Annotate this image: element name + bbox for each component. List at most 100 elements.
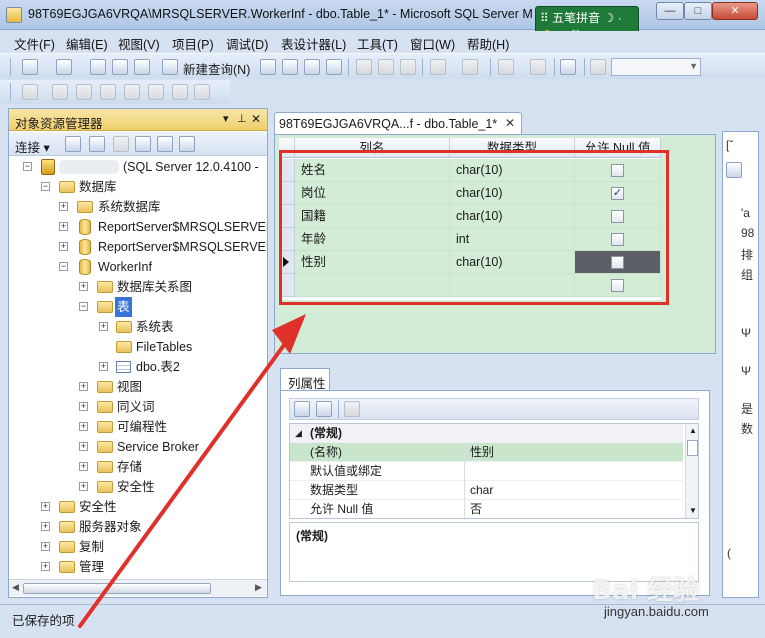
cell-allow-nulls[interactable]	[575, 228, 661, 251]
allow-null-checkbox[interactable]	[611, 279, 624, 292]
filter-icon[interactable]	[135, 136, 151, 152]
expand-icon[interactable]: +	[79, 402, 88, 411]
collapse-icon[interactable]: −	[79, 302, 88, 311]
alphabetical-sort-icon[interactable]	[316, 401, 332, 417]
tree-item-reportserver-tempdb[interactable]: + ReportServer$MRSQLSERVEF	[9, 237, 267, 257]
open-file-icon[interactable]	[90, 59, 106, 75]
side-panel-dropdown[interactable]: [ˇ	[726, 138, 733, 152]
menu-view[interactable]: 视图(V)	[118, 34, 160, 53]
cell-column-name[interactable]: 国籍	[295, 205, 450, 228]
expand-icon[interactable]: +	[99, 362, 108, 371]
expand-icon[interactable]: +	[79, 462, 88, 471]
refresh-icon[interactable]	[157, 136, 173, 152]
expand-icon[interactable]: +	[79, 442, 88, 451]
scroll-left-icon[interactable]: ◀	[12, 582, 19, 593]
tree-item-server[interactable]: − (SQL Server 12.0.4100 -	[9, 157, 267, 177]
close-icon[interactable]: ✕	[251, 112, 261, 126]
categorized-icon[interactable]	[294, 401, 310, 417]
expand-icon[interactable]: +	[59, 222, 68, 231]
expand-icon[interactable]: +	[79, 282, 88, 291]
query-icon-1[interactable]	[260, 59, 276, 75]
solution-config-combo[interactable]: ▼	[611, 58, 701, 76]
allow-null-checkbox[interactable]	[611, 256, 624, 269]
scroll-up-icon[interactable]: ▲	[689, 426, 697, 435]
collapse-icon[interactable]: −	[59, 262, 68, 271]
close-tab-icon[interactable]: ✕	[505, 116, 515, 130]
property-category-general[interactable]: ◢ (常规)	[290, 424, 683, 443]
tree-item-system-tables[interactable]: + 系统表	[9, 317, 267, 337]
tree-item-storage[interactable]: + 存储	[9, 457, 267, 477]
collapse-icon[interactable]: −	[23, 162, 32, 171]
expand-icon[interactable]: +	[41, 562, 50, 571]
expand-icon[interactable]: +	[79, 382, 88, 391]
menu-debug[interactable]: 调试(D)	[226, 34, 268, 53]
scrollbar-thumb[interactable]	[23, 583, 211, 594]
cell-allow-nulls[interactable]: ✓	[575, 182, 661, 205]
current-row-selector[interactable]	[279, 251, 295, 274]
menu-edit[interactable]: 编辑(E)	[66, 34, 108, 53]
redo-icon[interactable]	[462, 59, 478, 75]
generate-script-icon[interactable]	[194, 84, 210, 100]
pin-icon[interactable]: ⊥	[237, 112, 247, 125]
maximize-button[interactable]: □	[684, 2, 712, 20]
cell-allow-nulls[interactable]	[575, 205, 661, 228]
activity-monitor-icon[interactable]	[560, 59, 576, 75]
row-selector[interactable]	[279, 274, 295, 297]
check-constraints-icon[interactable]	[148, 84, 164, 100]
menu-file[interactable]: 文件(F)	[14, 34, 55, 53]
cell-data-type[interactable]: int	[450, 228, 575, 251]
allow-null-checkbox[interactable]	[611, 210, 624, 223]
tree-item-db-security[interactable]: + 安全性	[9, 477, 267, 497]
cell-allow-nulls[interactable]	[575, 159, 661, 182]
fulltext-index-icon[interactable]	[124, 84, 140, 100]
tree-item-diagrams[interactable]: + 数据库关系图	[9, 277, 267, 297]
cut-icon[interactable]	[356, 59, 372, 75]
allow-null-checkbox-checked[interactable]: ✓	[611, 187, 624, 200]
cell-allow-nulls-new[interactable]	[575, 274, 661, 297]
cell-column-name[interactable]: 姓名	[295, 159, 450, 182]
stop-icon[interactable]	[113, 136, 129, 152]
tree-item-table2[interactable]: + dbo.表2	[9, 357, 267, 377]
save-all-icon[interactable]	[134, 59, 150, 75]
tree-item-management[interactable]: + 管理	[9, 557, 267, 577]
property-row-data-type[interactable]: 数据类型 char	[290, 481, 683, 500]
allow-null-checkbox[interactable]	[611, 233, 624, 246]
menu-window[interactable]: 窗口(W)	[410, 34, 455, 53]
query-icon-3[interactable]	[304, 59, 320, 75]
query-icon-2[interactable]	[282, 59, 298, 75]
tree-item-service-broker[interactable]: + Service Broker	[9, 437, 267, 457]
cell-column-name[interactable]: 性别	[295, 251, 450, 274]
tree-item-views[interactable]: + 视图	[9, 377, 267, 397]
minimize-button[interactable]: —	[656, 2, 684, 20]
relationships-icon[interactable]	[52, 84, 68, 100]
indexes-icon[interactable]	[76, 84, 92, 100]
close-button[interactable]: ✕	[712, 2, 758, 20]
tree-item-security[interactable]: + 安全性	[9, 497, 267, 517]
allow-null-checkbox[interactable]	[611, 164, 624, 177]
cell-column-name[interactable]: 年龄	[295, 228, 450, 251]
cell-data-type[interactable]: char(10)	[450, 182, 575, 205]
expand-icon[interactable]: +	[79, 422, 88, 431]
property-row-name[interactable]: (名称) 性别	[290, 443, 683, 462]
menu-tools[interactable]: 工具(T)	[357, 34, 398, 53]
dropdown-icon[interactable]: ▾	[223, 112, 229, 125]
save-icon[interactable]	[112, 59, 128, 75]
undo-icon[interactable]	[430, 59, 446, 75]
cell-data-type[interactable]: char(10)	[450, 159, 575, 182]
property-pages-icon[interactable]	[344, 401, 360, 417]
menu-table-designer[interactable]: 表设计器(L)	[281, 34, 346, 53]
scrollbar-thumb[interactable]	[687, 440, 698, 456]
row-selector[interactable]	[279, 228, 295, 251]
cell-allow-nulls-active[interactable]	[575, 251, 661, 274]
expand-icon[interactable]: +	[41, 522, 50, 531]
tree-item-programmability[interactable]: + 可编程性	[9, 417, 267, 437]
tree-item-reportserver[interactable]: + ReportServer$MRSQLSERVEF	[9, 217, 267, 237]
cell-data-type[interactable]: char(10)	[450, 251, 575, 274]
tree-item-replication[interactable]: + 复制	[9, 537, 267, 557]
paste-icon[interactable]	[400, 59, 416, 75]
expand-icon[interactable]: +	[41, 502, 50, 511]
cell-data-type-new[interactable]	[450, 274, 575, 297]
expand-icon[interactable]: +	[59, 202, 68, 211]
tree-item-databases[interactable]: − 数据库	[9, 177, 267, 197]
copy-icon[interactable]	[378, 59, 394, 75]
